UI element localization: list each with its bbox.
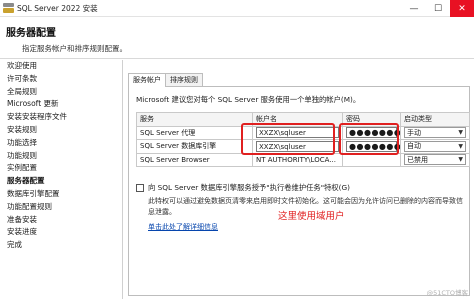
- startup-type-select[interactable]: 自动 ▼: [404, 140, 466, 152]
- grant-privilege-label: 向 SQL Server 数据库引擎服务授予"执行卷维护任务"特权(G): [148, 183, 351, 192]
- sidebar-item-server-config[interactable]: 服务器配置: [0, 175, 122, 188]
- service-name: SQL Server 数据库引擎: [136, 139, 253, 154]
- sidebar-item-feature-selection[interactable]: 功能选择: [0, 137, 122, 150]
- page-title: 服务器配置: [6, 28, 56, 39]
- sidebar-item-feature-rules[interactable]: 功能规则: [0, 150, 122, 163]
- sidebar-item-ready-to-install[interactable]: 准备安装: [0, 214, 122, 227]
- column-header-startup: 启动类型: [400, 112, 470, 127]
- page-header: 服务器配置 指定服务帐户和排序规则配置。: [0, 17, 474, 59]
- startup-type-value: 自动: [407, 142, 421, 151]
- startup-type-value: 已禁用: [407, 155, 428, 164]
- startup-cell: 自动 ▼: [400, 139, 470, 154]
- minimize-button[interactable]: —: [402, 0, 426, 17]
- chevron-down-icon: ▼: [458, 129, 463, 137]
- sidebar-item-feature-config-rules[interactable]: 功能配置规则: [0, 201, 122, 214]
- window-title: SQL Server 2022 安装: [17, 3, 98, 13]
- tab-collation[interactable]: 排序规则: [165, 73, 203, 86]
- maximize-button[interactable]: ☐: [426, 0, 450, 17]
- password-value[interactable]: [342, 152, 401, 167]
- title-bar: SQL Server 2022 安装 — ☐ ✕: [0, 0, 474, 17]
- service-name: SQL Server Browser: [136, 152, 253, 167]
- domain-user-annotation: 这里使用域用户: [278, 211, 345, 222]
- main-panel: 服务帐户 排序规则 Microsoft 建议您对每个 SQL Server 服务…: [124, 60, 474, 299]
- sidebar-item-install-setup-files[interactable]: 安装安装程序文件: [0, 111, 122, 124]
- account-highlight-box: [241, 123, 335, 155]
- sidebar-item-microsoft-update[interactable]: Microsoft 更新: [0, 98, 122, 111]
- setup-steps-sidebar: 欢迎使用 许可条款 全局规则 Microsoft 更新 安装安装程序文件 安装规…: [0, 60, 123, 299]
- tab-service-accounts[interactable]: 服务帐户: [128, 73, 166, 87]
- tab-strip: 服务帐户 排序规则: [128, 73, 203, 87]
- column-header-service: 服务: [136, 112, 253, 127]
- sidebar-item-instance-config[interactable]: 实例配置: [0, 162, 122, 175]
- sidebar-item-welcome[interactable]: 欢迎使用: [0, 60, 122, 73]
- password-highlight-box: [339, 123, 399, 155]
- startup-cell: 手动 ▼: [400, 125, 470, 140]
- accounts-description: Microsoft 建议您对每个 SQL Server 服务使用一个单独的帐户(…: [136, 95, 361, 104]
- startup-cell: 已禁用 ▼: [400, 152, 470, 167]
- chevron-down-icon: ▼: [458, 156, 463, 164]
- table-row: SQL Server Browser NT AUTHORITY\LOCA... …: [136, 152, 470, 167]
- service-name: SQL Server 代理: [136, 125, 253, 140]
- sidebar-item-license[interactable]: 许可条款: [0, 73, 122, 86]
- startup-type-value: 手动: [407, 128, 421, 137]
- startup-type-select[interactable]: 手动 ▼: [404, 127, 466, 139]
- learn-more-link[interactable]: 单击此处了解详细信息: [148, 222, 218, 232]
- grant-privilege-option[interactable]: 向 SQL Server 数据库引擎服务授予"执行卷维护任务"特权(G): [136, 183, 350, 193]
- chevron-down-icon: ▼: [458, 142, 463, 150]
- sql-setup-icon: [3, 3, 14, 13]
- close-button[interactable]: ✕: [450, 0, 474, 17]
- sidebar-item-install-rules[interactable]: 安装规则: [0, 124, 122, 137]
- sidebar-item-complete[interactable]: 完成: [0, 239, 122, 252]
- watermark: @51CTO博客: [426, 289, 468, 297]
- page-subtitle: 指定服务帐户和排序规则配置。: [22, 44, 127, 53]
- sidebar-item-global-rules[interactable]: 全局规则: [0, 86, 122, 99]
- grant-privilege-checkbox[interactable]: [136, 184, 144, 192]
- sidebar-item-install-progress[interactable]: 安装进度: [0, 226, 122, 239]
- window-controls: — ☐ ✕: [402, 0, 474, 17]
- sidebar-item-engine-config[interactable]: 数据库引擎配置: [0, 188, 122, 201]
- startup-type-select[interactable]: 已禁用 ▼: [404, 154, 466, 166]
- account-name-value[interactable]: NT AUTHORITY\LOCA...: [252, 152, 343, 167]
